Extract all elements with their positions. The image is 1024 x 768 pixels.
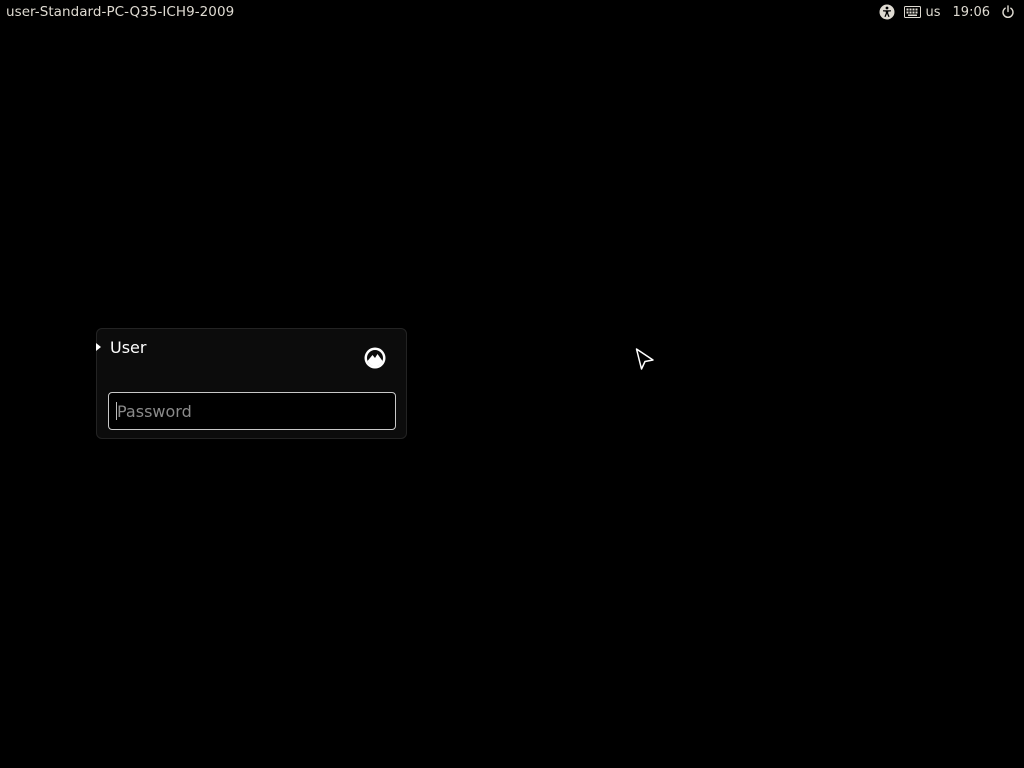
clock-label[interactable]: 19:06 [953,0,990,24]
power-icon[interactable] [1000,0,1016,24]
keyboard-layout-label[interactable]: us [926,0,941,24]
user-selected-arrow-icon [96,343,101,351]
mouse-pointer-icon [634,347,656,371]
accessibility-icon[interactable] [878,0,896,24]
password-field[interactable] [108,392,396,430]
keyboard-icon[interactable] [904,0,922,24]
login-box: User [96,328,407,439]
session-icon[interactable] [364,347,386,369]
greeter-screen: user-Standard-PC-Q35-ICH9-2009 us 19:06 … [0,0,1024,768]
top-panel: user-Standard-PC-Q35-ICH9-2009 us 19:06 [0,0,1024,24]
password-input[interactable] [117,401,377,421]
user-name[interactable]: User [110,338,146,357]
indicator-area: us 19:06 [878,0,1018,24]
hostname-label: user-Standard-PC-Q35-ICH9-2009 [6,4,235,20]
